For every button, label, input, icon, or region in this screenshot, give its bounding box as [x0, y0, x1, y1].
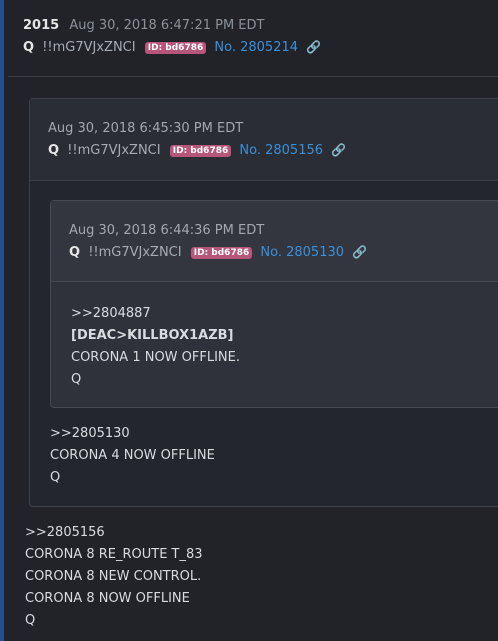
post-body-line: CORONA 8 NOW OFFLINE — [25, 591, 190, 606]
tripcode: !!mG7VJxZNCI — [67, 143, 161, 158]
post-body-line: [DEAC>KILLBOX1AZB] — [71, 328, 234, 343]
quote-reference-link[interactable]: >>2805130 — [50, 426, 130, 441]
tripcode: !!mG7VJxZNCI — [42, 40, 136, 55]
tripcode: !!mG7VJxZNCI — [88, 245, 182, 260]
id-badge[interactable]: ID: bd6786 — [169, 145, 232, 157]
post-body-line: Q — [50, 470, 61, 485]
link-icon[interactable]: 🔗 — [331, 143, 346, 157]
nested-quoted-post-date: Aug 30, 2018 6:44:36 PM EDT — [69, 223, 265, 238]
link-icon[interactable]: 🔗 — [306, 40, 321, 54]
header-divider — [8, 76, 498, 77]
post-header: 2015 Aug 30, 2018 6:47:21 PM EDT — [23, 18, 264, 33]
post-number: 2015 — [23, 18, 60, 33]
quoted-post-header: Aug 30, 2018 6:45:30 PM EDT Q !!mG7VJxZN… — [30, 99, 498, 181]
post-body-line: Q — [25, 613, 36, 628]
post-container: 2015 Aug 30, 2018 6:47:21 PM EDT Q !!mG7… — [4, 0, 498, 641]
link-icon[interactable]: 🔗 — [352, 245, 367, 259]
author-name: Q — [48, 143, 60, 158]
post-number-link[interactable]: No. 2805156 — [239, 143, 323, 158]
post-author-line: Q !!mG7VJxZNCI ID: bd6786 No. 2805214 🔗 — [23, 40, 321, 55]
post-body-line: CORONA 1 NOW OFFLINE. — [71, 350, 241, 365]
author-name: Q — [23, 40, 35, 55]
id-badge[interactable]: ID: bd6786 — [144, 42, 207, 54]
post-number-link[interactable]: No. 2805214 — [214, 40, 298, 55]
quote-reference-link[interactable]: >>2804887 — [71, 306, 151, 321]
quoted-post: Aug 30, 2018 6:45:30 PM EDT Q !!mG7VJxZN… — [29, 98, 498, 507]
quote-reference-link[interactable]: >>2805156 — [25, 525, 105, 540]
post-date: Aug 30, 2018 6:47:21 PM EDT — [69, 18, 265, 33]
post-body-line: CORONA 8 RE_ROUTE T_83 — [25, 547, 203, 562]
id-badge[interactable]: ID: bd6786 — [190, 247, 253, 259]
post-body-line: Q — [71, 372, 82, 387]
quoted-post-author-line: Q !!mG7VJxZNCI ID: bd6786 No. 2805156 🔗 — [48, 143, 346, 158]
post-body-line: CORONA 4 NOW OFFLINE — [50, 448, 215, 463]
post-body-line: CORONA 8 NEW CONTROL. — [25, 569, 202, 584]
nested-quoted-post-header: Aug 30, 2018 6:44:36 PM EDT Q !!mG7VJxZN… — [51, 201, 498, 282]
nested-quoted-post-author-line: Q !!mG7VJxZNCI ID: bd6786 No. 2805130 🔗 — [69, 245, 367, 260]
quoted-post-date: Aug 30, 2018 6:45:30 PM EDT — [48, 121, 244, 136]
nested-quoted-post: Aug 30, 2018 6:44:36 PM EDT Q !!mG7VJxZN… — [50, 200, 498, 408]
author-name: Q — [69, 245, 81, 260]
post-number-link[interactable]: No. 2805130 — [260, 245, 344, 260]
